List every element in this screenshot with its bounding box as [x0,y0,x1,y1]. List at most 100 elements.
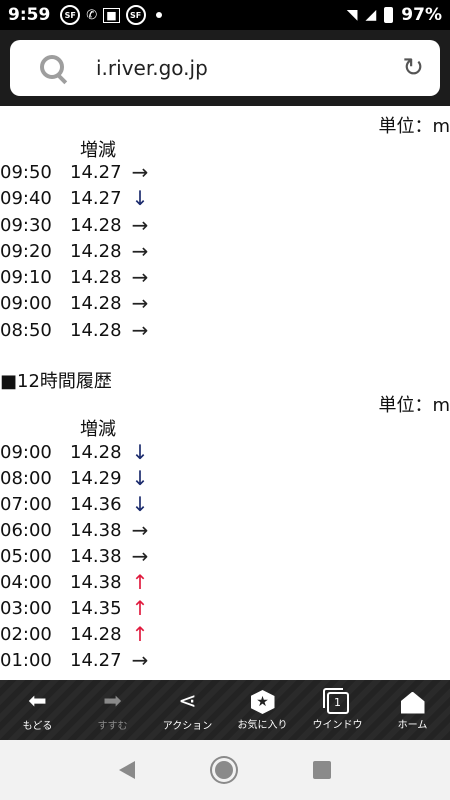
browser-toolbar: ⬅ もどる ➡ すすむ ⋖ アクション ★ お気に入り 1 ウインドウ ホーム [0,680,450,740]
row-time: 07:00 [0,493,52,515]
more-notifications-dot [155,12,162,18]
trend-down-icon: ↓ [131,186,149,210]
table-row: 09:30 14.28 → [0,212,152,238]
row-time: 09:00 [0,292,52,314]
table-row: 09:10 14.28 → [0,264,152,290]
trend-flat-icon: → [131,160,149,184]
trend-flat-icon: → [131,291,149,315]
trend-up-icon: ↑ [131,622,149,646]
page-content: 単位：m 増減 09:50 14.27 → 09:40 14.27 ↓ 09:3… [0,106,450,680]
battery-percent: 97% [401,5,442,25]
row-value: 14.36 [70,493,122,515]
home-icon [400,691,425,714]
star-icon: ★ [250,690,275,714]
missed-call-icon: ✆ [86,7,98,23]
row-value: 14.28 [70,214,122,236]
browser-address-area: i.river.go.jp ↻ [0,30,450,106]
table-row: 09:40 14.27 ↓ [0,185,152,211]
row-value: 14.29 [70,467,122,489]
nav-home-icon[interactable] [215,761,233,779]
row-value: 14.38 [70,571,122,593]
window-count-icon: 1 [322,687,349,714]
favorites-label: お気に入り [237,720,288,731]
table-row: 04:00 14.38 ↑ [0,569,152,595]
row-time: 09:40 [0,187,52,209]
back-button[interactable]: ⬅ もどる [0,680,75,740]
table-row: 05:00 14.38 → [0,543,152,569]
row-value: 14.27 [70,649,122,671]
arrow-left-icon: ⬅ [28,688,47,714]
row-time: 02:00 [0,623,52,645]
trend-flat-icon: → [131,213,149,237]
sf-notification-icon: SF [60,5,81,25]
row-value: 14.28 [70,292,122,314]
row-value: 14.28 [70,240,122,262]
row-value: 14.38 [70,545,122,567]
trend-up-icon: ↑ [131,570,149,594]
row-time: 05:00 [0,545,52,567]
system-navigation-bar [0,740,450,800]
table-row: 06:00 14.38 → [0,517,152,543]
row-time: 08:50 [0,319,52,341]
row-time: 04:00 [0,571,52,593]
table-row: 09:00 14.28 ↓ [0,439,152,465]
window-label: ウインドウ [312,719,363,731]
favorites-button[interactable]: ★ お気に入り [225,680,300,740]
section2-column-header: 増減 [80,419,116,440]
row-time: 09:20 [0,240,52,262]
trend-up-icon: ↑ [131,596,149,620]
trend-flat-icon: → [131,544,149,568]
status-time: 9:59 [8,5,51,25]
row-value: 14.28 [70,441,122,463]
status-bar: 9:59 SF ✆ ■ SF ◥ ◢ 97% [0,0,450,30]
nav-recent-apps-icon[interactable] [313,761,331,779]
table-row: 03:00 14.35 ↑ [0,595,152,621]
trend-flat-icon: → [131,239,149,263]
row-value: 14.38 [70,519,122,541]
forward-button[interactable]: ➡ すすむ [75,680,150,740]
row-time: 06:00 [0,519,52,541]
row-time: 03:00 [0,597,52,619]
trend-down-icon: ↓ [131,466,149,490]
row-value: 14.28 [70,623,122,645]
table-row: 08:00 14.29 ↓ [0,465,152,491]
search-icon[interactable] [38,53,68,85]
row-value: 14.28 [70,319,122,341]
back-label: もどる [22,720,53,732]
row-time: 09:00 [0,441,52,463]
signal-icon: ◢ [365,7,377,23]
app-notification-icon: ■ [103,7,120,23]
home-button[interactable]: ホーム [375,680,450,740]
system-indicators: ◥ ◢ 97% [347,5,442,25]
table-row: 01:00 14.27 → [0,647,152,673]
share-icon: ⋖ [178,688,197,714]
row-value: 14.27 [70,161,122,183]
trend-down-icon: ↓ [131,440,149,464]
table-row: 08:50 14.28 → [0,317,152,343]
window-button[interactable]: 1 ウインドウ [300,680,375,740]
trend-flat-icon: → [131,265,149,289]
row-time: 01:00 [0,649,52,671]
url-text[interactable]: i.river.go.jp [96,56,208,80]
row-time: 09:50 [0,161,52,183]
section2-unit: 単位：m [378,395,450,416]
reload-icon[interactable]: ↻ [402,53,424,83]
nav-back-icon[interactable] [119,761,135,779]
section2-title: ■12時間履歴 [0,371,112,392]
table-row: 09:50 14.27 → [0,159,152,185]
address-bar[interactable]: i.river.go.jp ↻ [10,40,440,96]
action-button[interactable]: ⋖ アクション [150,680,225,740]
row-time: 09:10 [0,266,52,288]
row-value: 14.28 [70,266,122,288]
row-time: 09:30 [0,214,52,236]
notification-icons: SF ✆ ■ SF [60,5,162,25]
table-row: 07:00 14.36 ↓ [0,491,152,517]
table-row: 09:00 14.28 → [0,290,152,316]
forward-label: すすむ [97,720,128,732]
home-label: ホーム [397,719,428,731]
row-time: 08:00 [0,467,52,489]
trend-down-icon: ↓ [131,492,149,516]
trend-flat-icon: → [131,318,149,342]
trend-flat-icon: → [131,648,149,672]
sf-notification-icon-2: SF [125,5,146,25]
